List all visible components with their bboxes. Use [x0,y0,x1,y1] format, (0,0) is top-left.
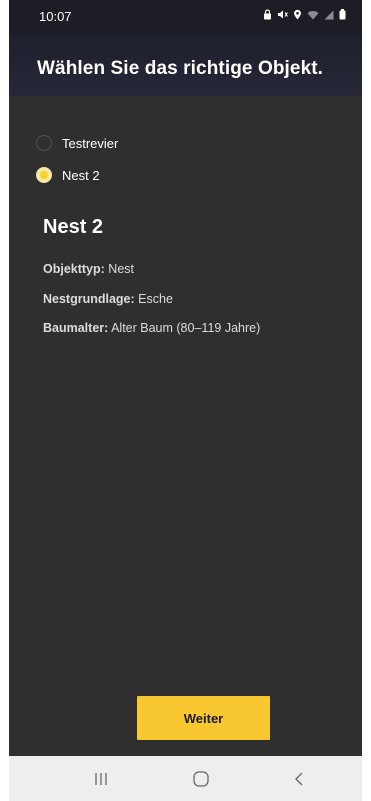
status-icons [263,9,346,20]
next-button[interactable]: Weiter [137,696,270,740]
radio-unchecked-icon[interactable] [36,135,52,151]
detail-key: Nestgrundlage: [43,292,135,306]
detail-key: Objekttyp: [43,262,105,276]
back-icon[interactable] [279,764,319,794]
detail-title: Nest 2 [43,216,104,238]
option-label: Nest 2 [62,167,100,183]
option-nest-2[interactable]: Nest 2 [36,164,100,186]
option-label: Testrevier [62,135,119,151]
recent-apps-icon[interactable] [81,764,121,794]
detail-value: Alter Baum (80–119 Jahre) [111,321,261,335]
detail-value: Esche [138,292,173,306]
signal-icon [324,10,334,20]
home-icon[interactable] [181,764,221,794]
detail-key: Baumalter: [43,321,109,335]
detail-value: Nest [108,262,134,276]
page-title: Wählen Sie das richtige Objekt. [37,58,324,79]
content-area: Testrevier Nest 2 Nest 2 Objekttyp: Nest… [9,96,362,756]
status-bar: 10:07 [9,0,362,34]
option-testrevier[interactable]: Testrevier [36,132,118,154]
mute-icon [277,9,288,20]
detail-row-objekttyp: Objekttyp: Nest [43,262,134,276]
app-header: Wählen Sie das richtige Objekt. [9,34,362,96]
phone-screen: 10:07 Wählen Sie das richtige Objekt. Te… [9,0,362,801]
wifi-icon [307,10,319,20]
detail-row-baumalter: Baumalter: Alter Baum (80–119 Jahre) [43,321,260,335]
battery-icon [339,9,346,20]
status-time: 10:07 [39,9,72,24]
lock-icon [263,9,272,20]
detail-row-nestgrundlage: Nestgrundlage: Esche [43,292,173,306]
navigation-bar [9,756,362,801]
location-icon [293,9,302,20]
radio-checked-icon[interactable] [36,167,52,183]
